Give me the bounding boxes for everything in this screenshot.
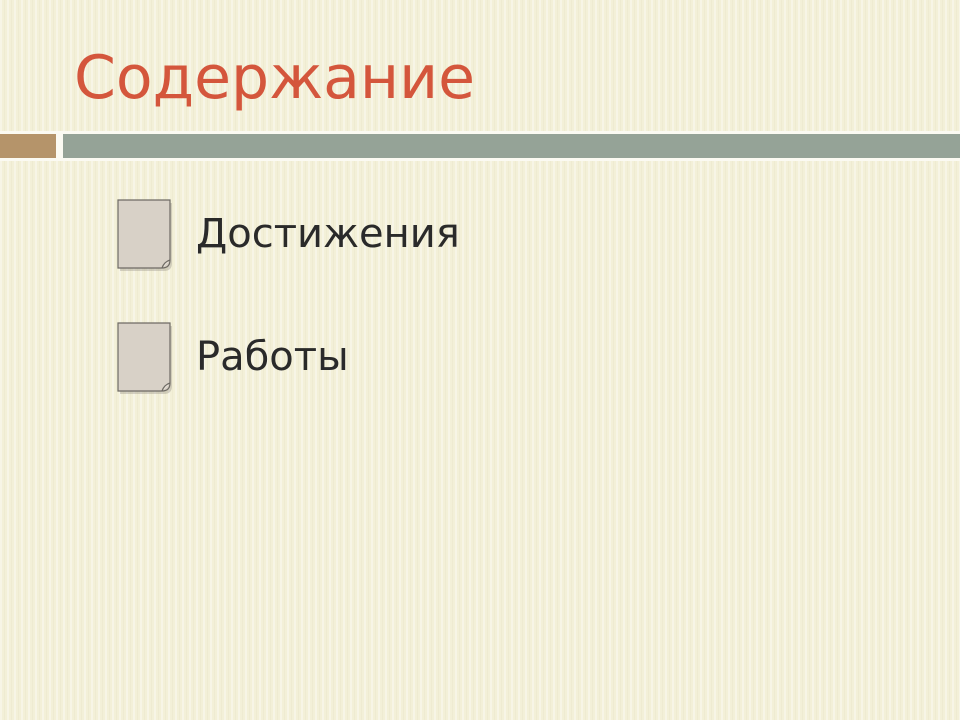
list-item-label: Достижения bbox=[196, 211, 460, 257]
slide-title: Содержание bbox=[74, 43, 476, 113]
title-divider-bar bbox=[63, 134, 960, 158]
list-item-label: Работы bbox=[196, 334, 349, 380]
title-divider-accent bbox=[0, 134, 56, 158]
document-icon bbox=[117, 199, 172, 271]
document-icon bbox=[117, 322, 172, 394]
